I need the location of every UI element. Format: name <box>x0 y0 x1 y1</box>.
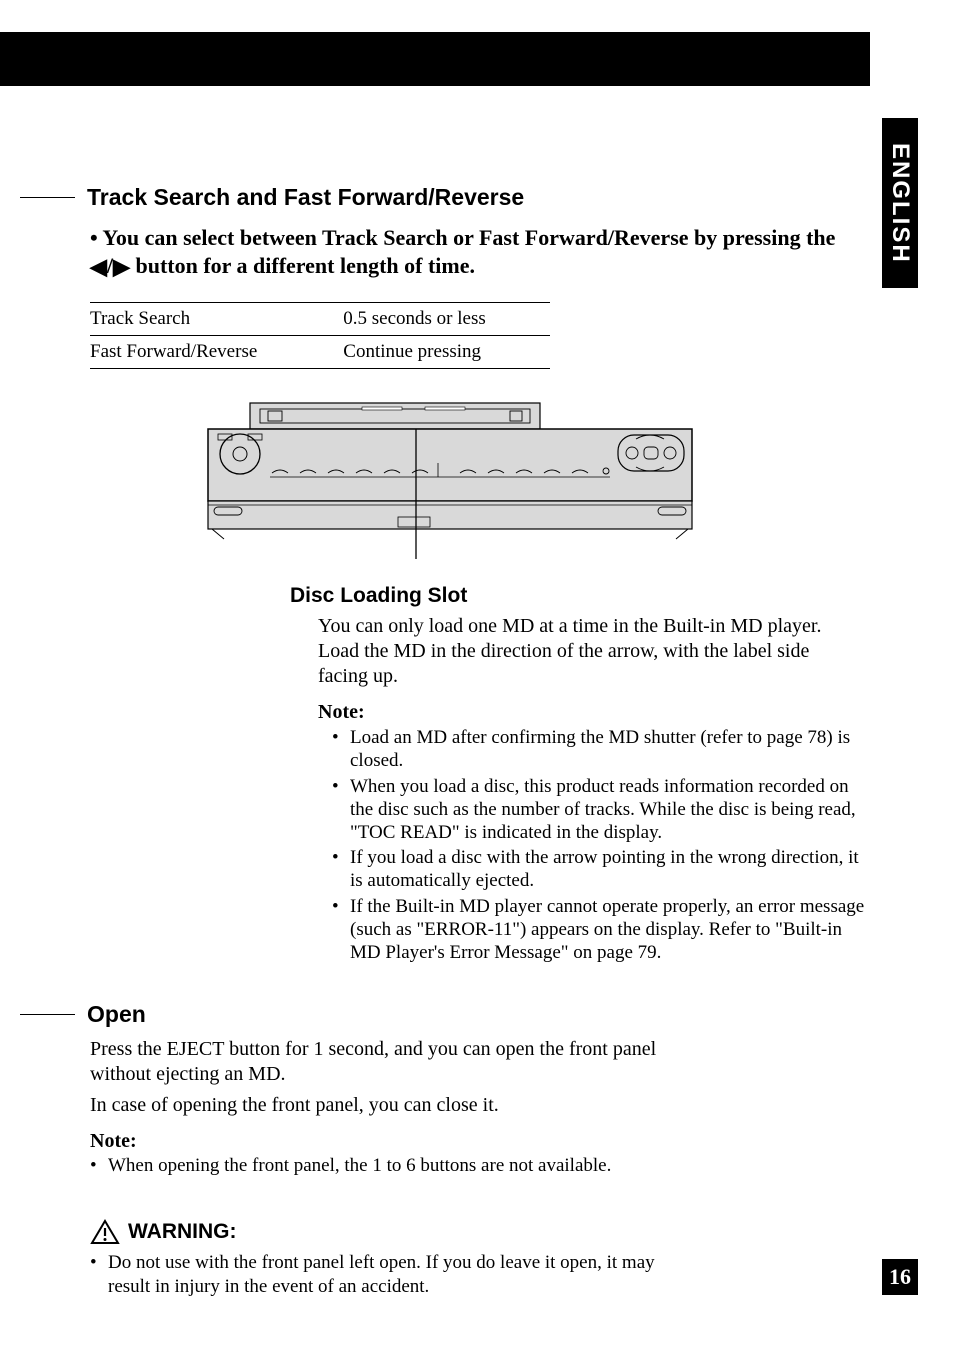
warning-list: Do not use with the front panel left ope… <box>90 1251 690 1297</box>
list-item: If the Built-in MD player cannot operate… <box>338 895 868 965</box>
warning-icon <box>90 1219 120 1245</box>
section-heading: Track Search and Fast Forward/Reverse <box>20 185 850 210</box>
section-heading: Open <box>20 1002 850 1027</box>
section-title: Track Search and Fast Forward/Reverse <box>87 185 524 210</box>
time-cell: Continue pressing <box>323 336 550 369</box>
table-row: Track Search 0.5 seconds or less <box>90 303 550 336</box>
section-title: Open <box>87 1002 146 1027</box>
note-list: Load an MD after confirming the MD shutt… <box>338 726 868 964</box>
right-arrow-icon: ▶ <box>113 254 130 279</box>
open-body-1: Press the EJECT button for 1 second, and… <box>90 1037 660 1087</box>
page-number: 16 <box>889 1264 911 1290</box>
note-label: Note: <box>318 701 850 724</box>
list-item: When opening the front panel, the 1 to 6… <box>90 1154 730 1177</box>
device-diagram <box>200 399 700 564</box>
note-list: When opening the front panel, the 1 to 6… <box>90 1154 730 1177</box>
warning-heading: WARNING: <box>90 1219 850 1245</box>
time-cell: 0.5 seconds or less <box>323 303 550 336</box>
list-item: When you load a disc, this product reads… <box>338 775 868 845</box>
table-row: Fast Forward/Reverse Continue pressing <box>90 336 550 369</box>
list-item: Do not use with the front panel left ope… <box>90 1251 690 1297</box>
list-item: If you load a disc with the arrow pointi… <box>338 846 868 892</box>
mode-cell: Track Search <box>90 303 323 336</box>
heading-rule <box>20 197 75 198</box>
heading-rule <box>20 1014 75 1015</box>
list-item: Load an MD after confirming the MD shutt… <box>338 726 868 772</box>
disc-slot-title: Disc Loading Slot <box>290 584 850 608</box>
open-body-2: In case of opening the front panel, you … <box>90 1093 660 1118</box>
header-band <box>0 32 870 86</box>
warning-label: WARNING: <box>128 1220 237 1244</box>
page-number-tab: 16 <box>882 1259 918 1295</box>
section-intro: • You can select between Track Search or… <box>90 224 850 280</box>
disc-slot-body: You can only load one MD at a time in th… <box>318 614 848 689</box>
left-arrow-icon: ◀ <box>90 254 107 279</box>
mode-cell: Fast Forward/Reverse <box>90 336 323 369</box>
page-content: Track Search and Fast Forward/Reverse • … <box>90 185 850 1298</box>
mode-table: Track Search 0.5 seconds or less Fast Fo… <box>90 302 550 369</box>
language-tab: ENGLISH <box>882 118 918 288</box>
language-tab-label: ENGLISH <box>886 143 914 264</box>
note-label: Note: <box>90 1130 850 1153</box>
